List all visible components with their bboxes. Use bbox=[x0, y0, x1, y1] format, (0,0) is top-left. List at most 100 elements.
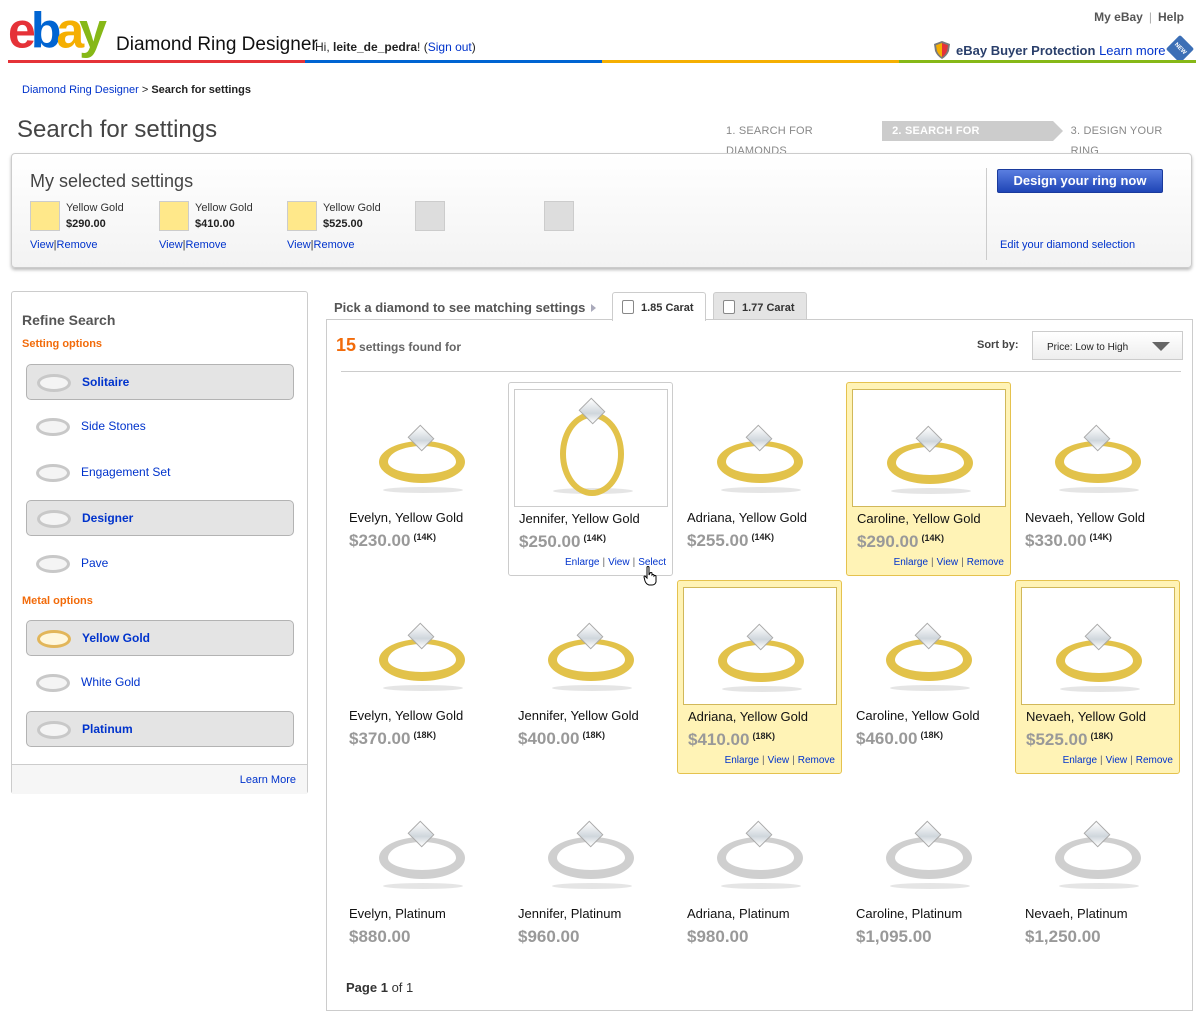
ebay-logo[interactable]: ebay® bbox=[8, 0, 109, 56]
karat-label: (14K) bbox=[1089, 532, 1112, 542]
ring-image[interactable] bbox=[1021, 587, 1175, 705]
setting-card[interactable]: Adriana, Yellow Gold $410.00 (18K) Enlarge |… bbox=[677, 580, 842, 774]
setting-card[interactable]: Evelyn, Platinum $880.00 bbox=[339, 778, 504, 972]
card-view-link[interactable]: View bbox=[768, 755, 790, 766]
ring-thumbnail-icon[interactable] bbox=[287, 201, 317, 231]
refine-title: Refine Search bbox=[22, 312, 116, 328]
ring-thumbnail-icon[interactable] bbox=[159, 201, 189, 231]
setting-name[interactable]: Nevaeh, Yellow Gold bbox=[1025, 510, 1145, 525]
setting-name[interactable]: Nevaeh, Yellow Gold bbox=[1026, 709, 1146, 724]
selected-view-link[interactable]: View bbox=[159, 239, 183, 251]
card-view-link[interactable]: View bbox=[937, 557, 959, 568]
setting-name[interactable]: Caroline, Platinum bbox=[856, 906, 962, 921]
step-search-diamonds[interactable]: 1. SEARCH FOR DIAMONDS bbox=[716, 121, 882, 157]
ring-image[interactable] bbox=[513, 586, 667, 704]
ring-thumbnail-icon[interactable] bbox=[30, 201, 60, 231]
ring-image[interactable] bbox=[1020, 388, 1174, 506]
filter-designer[interactable]: Designer bbox=[26, 500, 294, 536]
empty-ring-slot-icon bbox=[415, 201, 445, 231]
tab-diamond-1-77[interactable]: 1.77 Carat bbox=[713, 292, 807, 320]
filter-platinum[interactable]: Platinum bbox=[26, 711, 294, 747]
ring-image[interactable] bbox=[682, 784, 836, 902]
username: leite_de_pedra bbox=[333, 40, 418, 54]
sort-dropdown[interactable]: Price: Low to High bbox=[1032, 331, 1183, 360]
tab-diamond-1-85[interactable]: 1.85 Carat bbox=[612, 292, 706, 321]
help-link[interactable]: Help bbox=[1158, 10, 1184, 24]
empty-ring-slot-icon bbox=[544, 201, 574, 231]
setting-name[interactable]: Evelyn, Yellow Gold bbox=[349, 708, 463, 723]
edit-diamond-link[interactable]: Edit your diamond selection bbox=[1000, 239, 1135, 251]
setting-price: $460.00 (18K) bbox=[856, 729, 943, 748]
setting-card[interactable]: Jennifer, Yellow Gold $250.00 (14K) Enlarge… bbox=[508, 382, 673, 576]
filter-yellow-gold[interactable]: Yellow Gold bbox=[26, 620, 294, 656]
filter-engagement-set[interactable]: Engagement Set bbox=[26, 455, 294, 491]
filter-white-gold[interactable]: White Gold bbox=[26, 665, 294, 701]
setting-name[interactable]: Nevaeh, Platinum bbox=[1025, 906, 1128, 921]
selected-setting-item: Yellow Gold $410.00 View|Remove bbox=[159, 201, 253, 251]
results-divider bbox=[341, 371, 1181, 372]
filter-side-stones[interactable]: Side Stones bbox=[26, 409, 294, 445]
ring-image[interactable] bbox=[851, 586, 1005, 704]
setting-card[interactable]: Nevaeh, Yellow Gold $525.00 (18K) Enlarge | V… bbox=[1015, 580, 1180, 774]
selected-view-link[interactable]: View bbox=[30, 239, 54, 251]
selected-view-link[interactable]: View bbox=[287, 239, 311, 251]
empty-setting-slot bbox=[415, 201, 545, 261]
setting-card[interactable]: Nevaeh, Platinum $1,250.00 bbox=[1015, 778, 1180, 972]
card-enlarge-link[interactable]: Enlarge bbox=[1063, 755, 1097, 766]
selected-remove-link[interactable]: Remove bbox=[57, 239, 98, 251]
ring-image[interactable] bbox=[344, 784, 498, 902]
setting-card[interactable]: Adriana, Yellow Gold $255.00 (14K) bbox=[677, 382, 842, 576]
setting-card[interactable]: Caroline, Platinum $1,095.00 bbox=[846, 778, 1011, 972]
ring-image[interactable] bbox=[683, 587, 837, 705]
ring-image[interactable] bbox=[851, 784, 1005, 902]
setting-card[interactable]: Caroline, Yellow Gold $290.00 (14K) Enlarge… bbox=[846, 382, 1011, 576]
ring-image[interactable] bbox=[344, 388, 498, 506]
setting-name[interactable]: Adriana, Platinum bbox=[687, 906, 790, 921]
card-remove-link[interactable]: Remove bbox=[967, 557, 1004, 568]
setting-name[interactable]: Caroline, Yellow Gold bbox=[857, 511, 981, 526]
filter-pave[interactable]: Pave bbox=[26, 546, 294, 582]
filter-solitaire[interactable]: Solitaire bbox=[26, 364, 294, 400]
my-ebay-link[interactable]: My eBay bbox=[1094, 10, 1143, 24]
card-remove-link[interactable]: Remove bbox=[798, 755, 835, 766]
buyer-protection-learn-more[interactable]: Learn more bbox=[1099, 43, 1165, 58]
setting-name[interactable]: Adriana, Yellow Gold bbox=[687, 510, 807, 525]
card-enlarge-link[interactable]: Enlarge bbox=[565, 557, 599, 568]
step-design-ring[interactable]: 3. DESIGN YOUR RING bbox=[1061, 121, 1200, 157]
setting-name[interactable]: Jennifer, Yellow Gold bbox=[518, 708, 639, 723]
setting-name[interactable]: Evelyn, Yellow Gold bbox=[349, 510, 463, 525]
setting-name[interactable]: Evelyn, Platinum bbox=[349, 906, 446, 921]
setting-card[interactable]: Adriana, Platinum $980.00 bbox=[677, 778, 842, 972]
card-enlarge-link[interactable]: Enlarge bbox=[894, 557, 928, 568]
setting-card[interactable]: Jennifer, Platinum $960.00 bbox=[508, 778, 673, 972]
ring-shadow bbox=[1059, 487, 1139, 493]
setting-name[interactable]: Caroline, Yellow Gold bbox=[856, 708, 980, 723]
setting-card[interactable]: Evelyn, Yellow Gold $370.00 (18K) bbox=[339, 580, 504, 774]
setting-card[interactable]: Caroline, Yellow Gold $460.00 (18K) bbox=[846, 580, 1011, 774]
setting-name[interactable]: Jennifer, Platinum bbox=[518, 906, 621, 921]
setting-name[interactable]: Jennifer, Yellow Gold bbox=[519, 511, 640, 526]
solitaire-ring-icon bbox=[37, 374, 71, 392]
card-remove-link[interactable]: Remove bbox=[1136, 755, 1173, 766]
breadcrumb-root[interactable]: Diamond Ring Designer bbox=[22, 84, 139, 96]
pave-ring-icon bbox=[36, 555, 70, 573]
setting-name[interactable]: Adriana, Yellow Gold bbox=[688, 709, 808, 724]
ring-image[interactable] bbox=[344, 586, 498, 704]
ring-image[interactable] bbox=[1020, 784, 1174, 902]
ring-image[interactable] bbox=[514, 389, 668, 507]
refine-learn-more-link[interactable]: Learn More bbox=[240, 774, 296, 786]
card-view-link[interactable]: View bbox=[1106, 755, 1128, 766]
selected-remove-link[interactable]: Remove bbox=[186, 239, 227, 251]
sign-out-link[interactable]: Sign out bbox=[428, 40, 472, 54]
setting-card[interactable]: Evelyn, Yellow Gold $230.00 (14K) bbox=[339, 382, 504, 576]
card-view-link[interactable]: View bbox=[608, 557, 630, 568]
setting-card[interactable]: Nevaeh, Yellow Gold $330.00 (14K) bbox=[1015, 382, 1180, 576]
setting-price: $960.00 bbox=[518, 927, 580, 946]
selected-remove-link[interactable]: Remove bbox=[314, 239, 355, 251]
ring-image[interactable] bbox=[852, 389, 1006, 507]
setting-card[interactable]: Jennifer, Yellow Gold $400.00 (18K) bbox=[508, 580, 673, 774]
design-ring-button[interactable]: Design your ring now bbox=[997, 169, 1163, 193]
card-enlarge-link[interactable]: Enlarge bbox=[725, 755, 759, 766]
ring-image[interactable] bbox=[682, 388, 836, 506]
ring-image[interactable] bbox=[513, 784, 667, 902]
